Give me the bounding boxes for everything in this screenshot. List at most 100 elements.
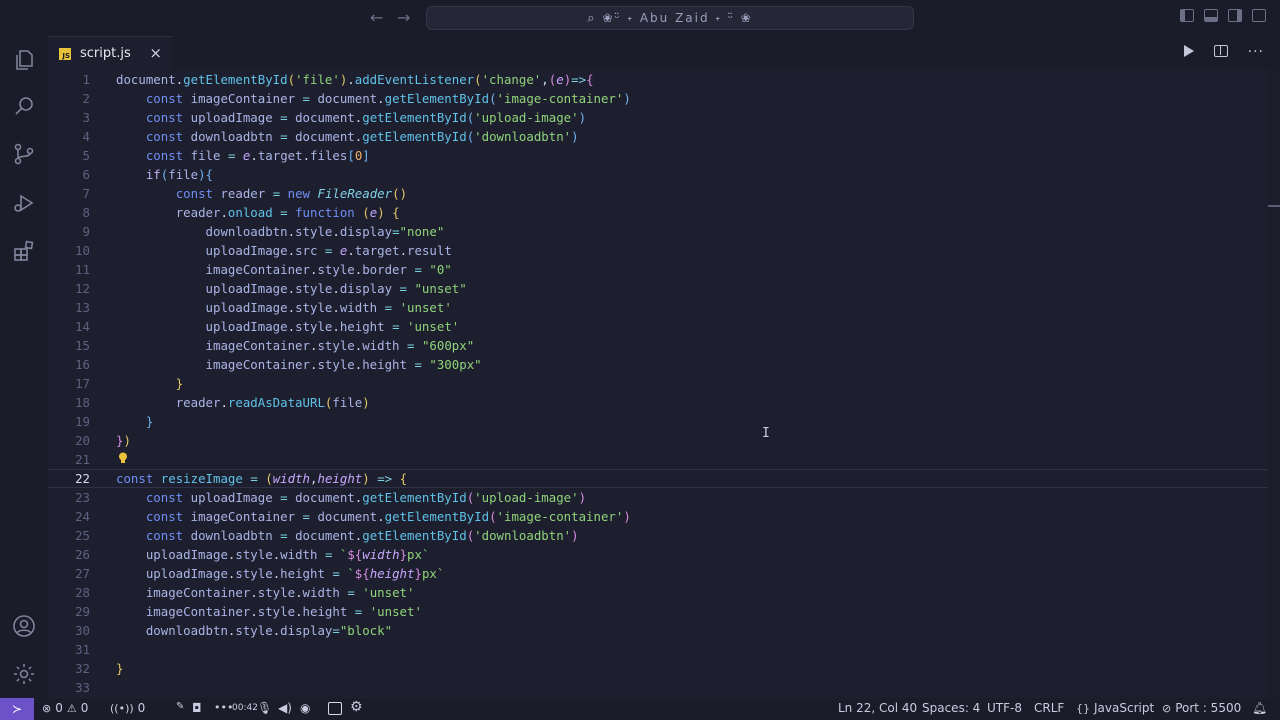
code-line[interactable]: 25 const downloadbtn = document.getEleme… <box>48 526 1268 545</box>
search-text: ❀ᵕ̈ ˖ Abu Zaid ˖ ᵕ̈ ❀ <box>602 11 753 25</box>
code-editor[interactable]: 1 document.getElementById('file').addEven… <box>48 70 1280 698</box>
layout-controls <box>1180 9 1266 22</box>
settings-gear-icon[interactable]: ⚙ <box>350 699 363 715</box>
tab-bar: JS script.js × ... <box>48 36 1280 70</box>
code-line[interactable]: 8 reader.onload = function (e) { <box>48 203 1268 222</box>
code-line[interactable]: 33 <box>48 678 1268 697</box>
code-line[interactable]: 16 imageContainer.style.height = "300px" <box>48 355 1268 374</box>
forward-arrow-icon[interactable]: → <box>397 8 410 27</box>
search-icon[interactable] <box>12 94 36 118</box>
code-line[interactable]: 14 uploadImage.style.height = 'unset' <box>48 317 1268 336</box>
ports-indicator[interactable]: ((•)) 0 <box>110 701 145 715</box>
code-text: const downloadbtn = document.getElementB… <box>145 528 579 543</box>
code-line[interactable]: 11 imageContainer.style.border = "0" <box>48 260 1268 279</box>
extensions-icon[interactable] <box>12 239 36 263</box>
code-line[interactable]: 10 uploadImage.src = e.target.result <box>48 241 1268 260</box>
language-mode[interactable]: {} JavaScript <box>1076 701 1154 715</box>
code-text: uploadImage.style.display = "unset" <box>205 281 467 296</box>
accounts-icon[interactable] <box>12 614 36 638</box>
code-text: imageContainer.style.height = 'unset' <box>145 604 422 619</box>
vertical-scrollbar[interactable] <box>1268 70 1280 698</box>
toggle-panel-icon[interactable] <box>1204 9 1218 22</box>
settings-gear-icon[interactable] <box>12 662 36 686</box>
braces-icon: {} <box>1076 701 1090 715</box>
code-line[interactable]: 26 uploadImage.style.width = `${width}px… <box>48 545 1268 564</box>
run-icon[interactable] <box>1183 45 1194 57</box>
code-line[interactable]: 1 document.getElementById('file').addEven… <box>48 70 1268 89</box>
close-icon[interactable]: × <box>149 44 162 62</box>
explorer-icon[interactable] <box>12 48 36 72</box>
error-icon: ⊗ <box>42 701 52 715</box>
more-dots-icon[interactable]: ••• <box>214 701 233 714</box>
code-text: uploadImage.style.height = 'unset' <box>205 319 460 334</box>
code-line-current[interactable]: 22 const resizeImage = (width,height) => … <box>48 469 1268 488</box>
code-line[interactable]: 32} <box>48 659 1268 678</box>
code-line[interactable]: 19 } <box>48 412 1268 431</box>
warning-icon: ⚠ <box>66 701 77 715</box>
no-entry-icon: ⊘ <box>1162 701 1172 715</box>
split-editor-icon[interactable] <box>1213 45 1228 57</box>
code-text: imageContainer.style.height = "300px" <box>205 357 482 372</box>
code-text: document.getElementById('file').addEvent… <box>116 72 594 87</box>
problems-indicator[interactable]: ⊗ 0 ⚠ 0 <box>42 701 88 715</box>
command-center-search[interactable]: ⌕ ❀ᵕ̈ ˖ Abu Zaid ˖ ᵕ̈ ❀ <box>426 6 914 30</box>
indentation[interactable]: Spaces: 4 <box>922 701 980 715</box>
notifications-bell-icon[interactable]: 🔔︎ <box>1252 701 1267 715</box>
live-server-port[interactable]: ⊘ Port : 5500 <box>1162 701 1241 715</box>
status-bar: ≻ ⊗ 0 ⚠ 0 ((•)) 0 ✎ ◘ ••• 00:42 🎙 ◀) ◉ ⚙… <box>0 698 1280 720</box>
code-line[interactable]: 9 downloadbtn.style.display="none" <box>48 222 1268 241</box>
run-debug-icon[interactable] <box>12 191 36 215</box>
toggle-secondary-sidebar-icon[interactable] <box>1228 9 1242 22</box>
javascript-file-icon: JS <box>59 47 71 60</box>
code-line[interactable]: 23 const uploadImage = document.getEleme… <box>48 488 1268 507</box>
scrollbar-thumb[interactable] <box>1268 205 1280 207</box>
code-line[interactable]: 7 const reader = new FileReader() <box>48 184 1268 203</box>
wand-icon[interactable]: ✎ <box>176 701 184 712</box>
code-line[interactable]: 21 <box>48 450 1268 469</box>
code-line[interactable]: 27 uploadImage.style.height = `${height}… <box>48 564 1268 583</box>
search-icon: ⌕ <box>587 10 597 26</box>
code-text: } <box>145 414 154 429</box>
code-line[interactable]: 17 } <box>48 374 1268 393</box>
code-line[interactable]: 30 downloadbtn.style.display="block" <box>48 621 1268 640</box>
code-line[interactable]: 5 const file = e.target.files[0] <box>48 146 1268 165</box>
webcam-icon[interactable]: ◉ <box>300 701 310 715</box>
remote-indicator-icon[interactable]: ≻ <box>0 698 34 720</box>
code-text: imageContainer.style.width = 'unset' <box>145 585 415 600</box>
code-text: const resizeImage = (width,height) => { <box>116 471 408 486</box>
code-text: downloadbtn.style.display="block" <box>145 623 393 638</box>
code-line[interactable]: 2 const imageContainer = document.getEle… <box>48 89 1268 108</box>
lightbulb-icon[interactable] <box>118 452 128 464</box>
cursor-position[interactable]: Ln 22, Col 40 <box>838 701 917 715</box>
title-bar: ← → ⌕ ❀ᵕ̈ ˖ Abu Zaid ˖ ᵕ̈ ❀ <box>0 0 1280 36</box>
window-capture-icon[interactable] <box>328 702 342 715</box>
code-line[interactable]: 29 imageContainer.style.height = 'unset' <box>48 602 1268 621</box>
code-text: uploadImage.style.width = `${width}px` <box>145 547 430 562</box>
code-line[interactable]: 4 const downloadbtn = document.getElemen… <box>48 127 1268 146</box>
code-line[interactable]: 13 uploadImage.style.width = 'unset' <box>48 298 1268 317</box>
code-line[interactable]: 20}) <box>48 431 1268 450</box>
code-line[interactable]: 12 uploadImage.style.display = "unset" <box>48 279 1268 298</box>
code-line[interactable]: 3 const uploadImage = document.getElemen… <box>48 108 1268 127</box>
code-line[interactable]: 15 imageContainer.style.width = "600px" <box>48 336 1268 355</box>
toggle-primary-sidebar-icon[interactable] <box>1180 9 1194 22</box>
code-line[interactable]: 24 const imageContainer = document.getEl… <box>48 507 1268 526</box>
customize-layout-icon[interactable] <box>1252 9 1266 22</box>
back-arrow-icon[interactable]: ← <box>370 8 383 27</box>
microphone-icon[interactable]: 🎙 <box>257 701 272 715</box>
camera-icon[interactable]: ◘ <box>192 701 202 715</box>
code-line[interactable]: 28 imageContainer.style.width = 'unset' <box>48 583 1268 602</box>
code-text: const file = e.target.files[0] <box>145 148 370 163</box>
more-actions-icon[interactable]: ... <box>1248 40 1264 56</box>
editor-actions: ... <box>1183 40 1264 57</box>
code-line[interactable]: 31 <box>48 640 1268 659</box>
end-of-line[interactable]: CRLF <box>1034 701 1064 715</box>
code-line[interactable]: 18 reader.readAsDataURL(file) <box>48 393 1268 412</box>
speaker-icon[interactable]: ◀) <box>278 701 292 715</box>
tab-script-js[interactable]: JS script.js × <box>48 36 172 70</box>
source-control-icon[interactable] <box>12 142 36 166</box>
encoding[interactable]: UTF-8 <box>987 701 1022 715</box>
recording-time: 00:42 <box>232 703 258 713</box>
code-text: imageContainer.style.width = "600px" <box>205 338 475 353</box>
code-line[interactable]: 6 if(file){ <box>48 165 1268 184</box>
